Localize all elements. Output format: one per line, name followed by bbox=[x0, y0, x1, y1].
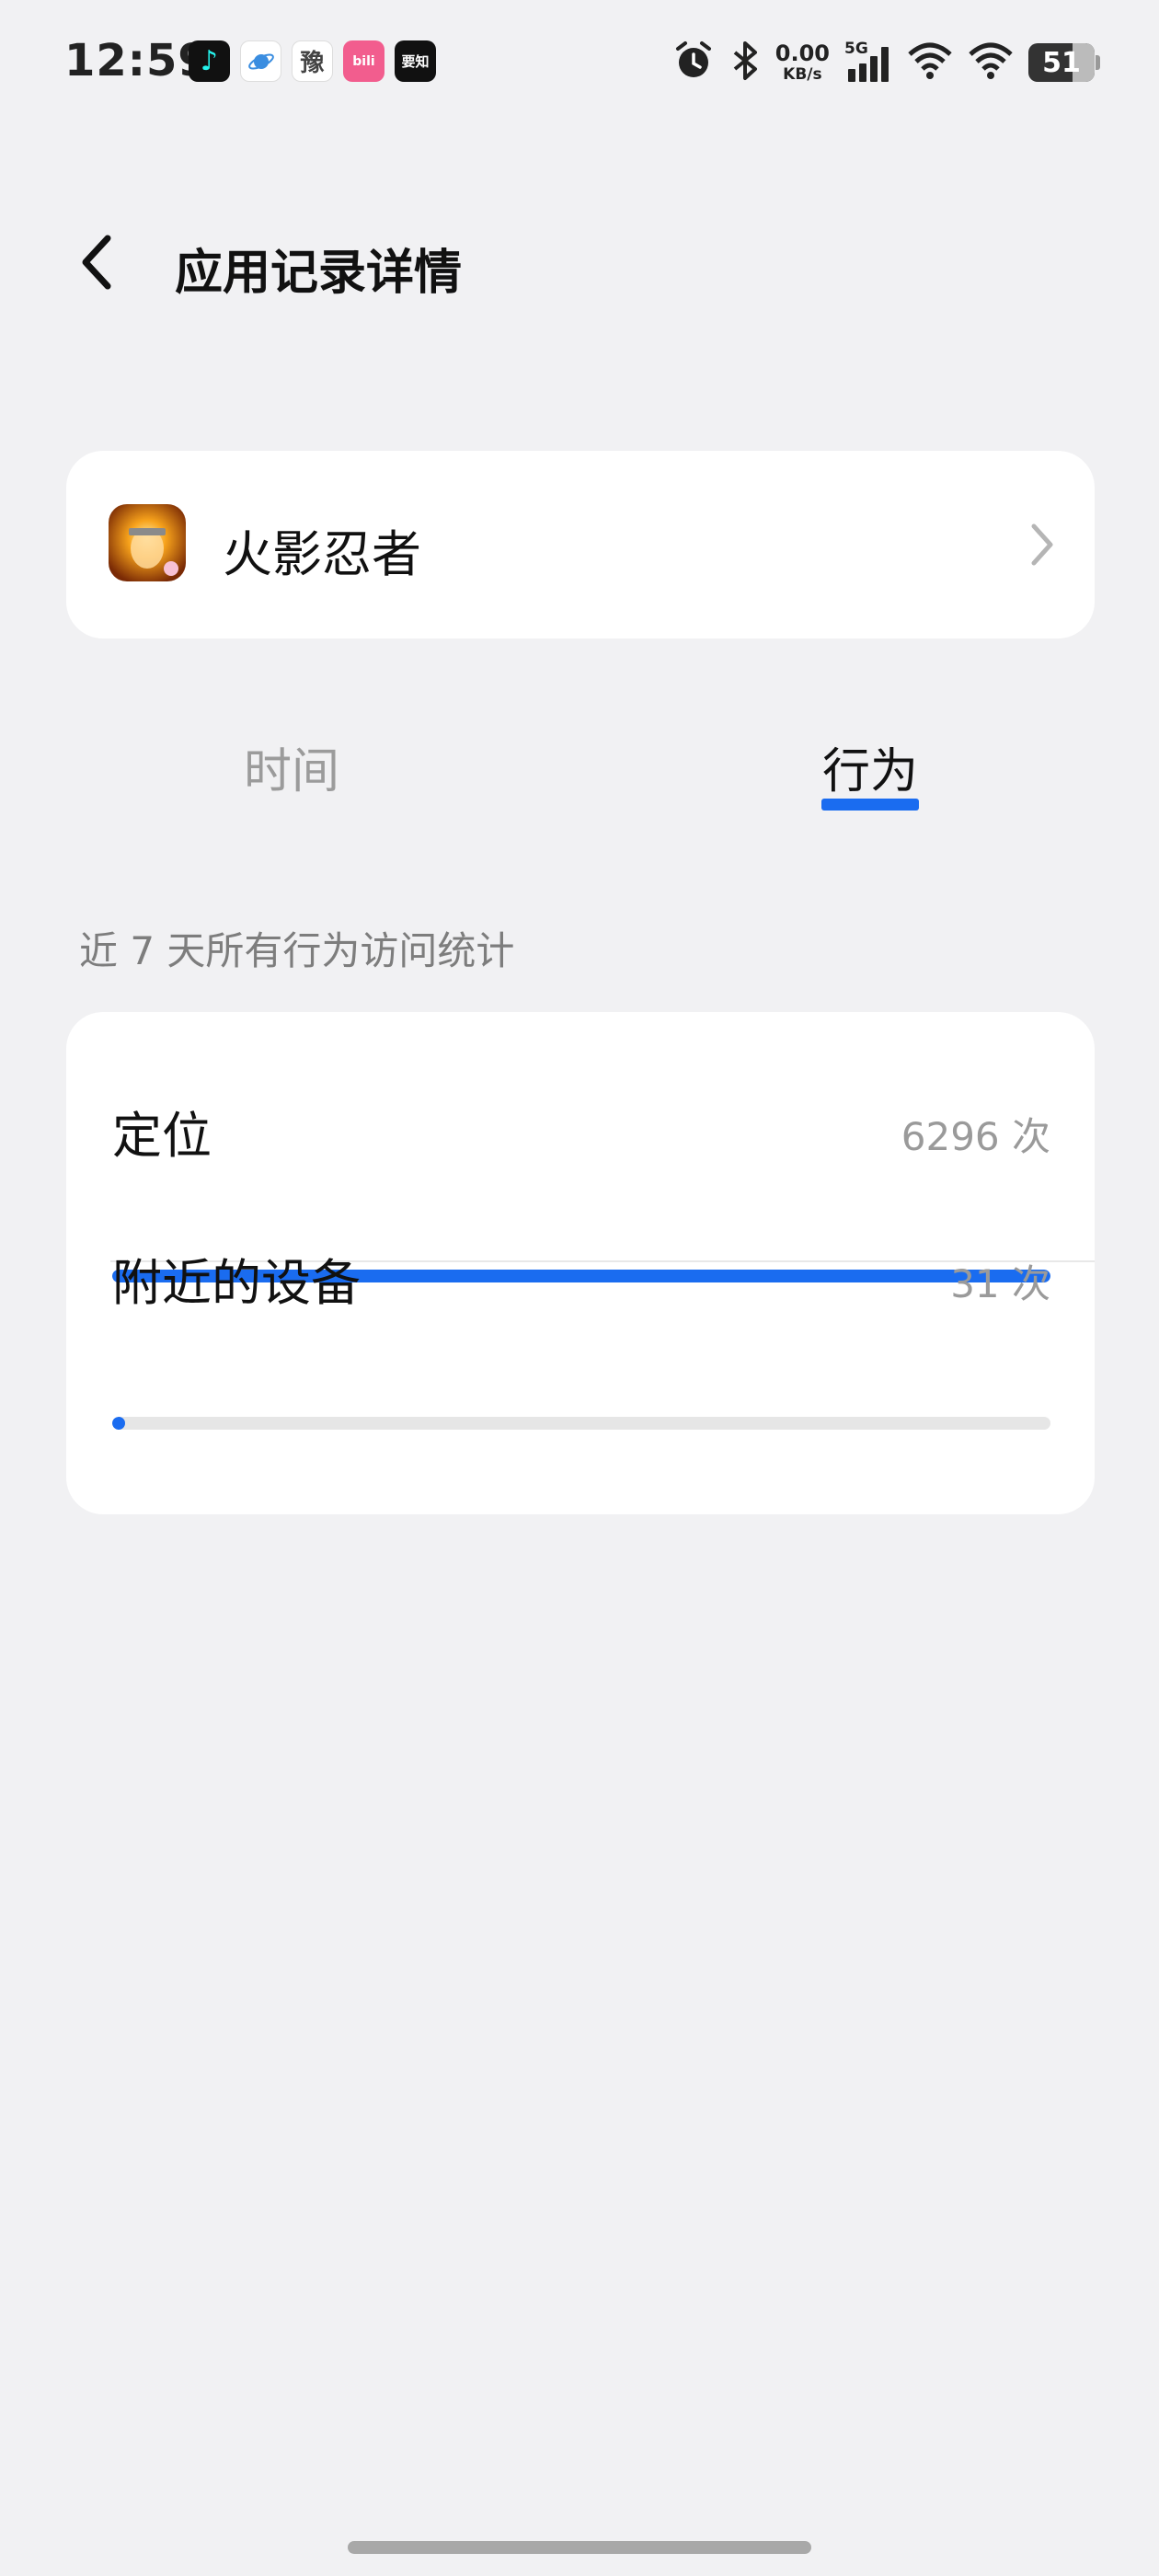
stat-count: 6296 次 bbox=[901, 1114, 1050, 1159]
wifi-icon bbox=[907, 40, 953, 86]
stat-count: 31 次 bbox=[950, 1261, 1050, 1306]
wifi-icon bbox=[968, 40, 1014, 86]
status-bar: 12:59 ♪ 豫 bili 要知 0.00 KB/s 5G 51 bbox=[0, 0, 1159, 129]
net-speed-value: 0.00 bbox=[775, 40, 830, 66]
home-indicator[interactable] bbox=[348, 2541, 811, 2554]
stat-progress-track bbox=[112, 1417, 1050, 1430]
stat-progress-fill bbox=[112, 1417, 125, 1430]
bilibili-icon: bili bbox=[343, 40, 384, 82]
chevron-left-icon bbox=[82, 235, 111, 290]
chevron-right-icon bbox=[1028, 521, 1056, 572]
stat-name: 定位 bbox=[112, 1107, 212, 1165]
stat-name: 附近的设备 bbox=[112, 1254, 361, 1312]
network-type-label: 5G bbox=[844, 40, 868, 58]
active-tab-indicator bbox=[821, 799, 919, 811]
app-card[interactable]: 火影忍者 bbox=[66, 451, 1095, 638]
screen: 12:59 ♪ 豫 bili 要知 0.00 KB/s 5G 51 应用记录详情… bbox=[0, 0, 1159, 2576]
battery-level: 51 bbox=[1042, 46, 1081, 79]
network-speed: 0.00 KB/s bbox=[775, 42, 830, 83]
calligraphy-app-icon: 豫 bbox=[292, 40, 333, 82]
page-title: 应用记录详情 bbox=[175, 246, 463, 301]
planet-browser-icon bbox=[240, 40, 281, 82]
notification-icons: ♪ 豫 bili 要知 bbox=[189, 40, 436, 82]
alarm-icon bbox=[672, 40, 715, 86]
app-name: 火影忍者 bbox=[223, 525, 421, 583]
tab-time[interactable]: 时间 bbox=[244, 732, 339, 801]
naruto-app-icon bbox=[109, 504, 186, 581]
stats-card: 定位 6296 次 附近的设备 31 次 bbox=[66, 1012, 1095, 1514]
tab-behavior[interactable]: 行为 bbox=[822, 732, 918, 801]
net-speed-unit: KB/s bbox=[783, 65, 822, 84]
battery-icon: 51 bbox=[1028, 43, 1100, 82]
cellular-signal-icon: 5G bbox=[844, 40, 892, 84]
bluetooth-icon bbox=[729, 40, 761, 86]
system-icons: 0.00 KB/s 5G 51 bbox=[672, 37, 1100, 88]
back-button[interactable] bbox=[64, 230, 129, 294]
zhihu-icon: 要知 bbox=[395, 40, 436, 82]
section-label: 近 7 天所有行为访问统计 bbox=[79, 928, 515, 973]
tiktok-icon: ♪ bbox=[189, 40, 230, 82]
